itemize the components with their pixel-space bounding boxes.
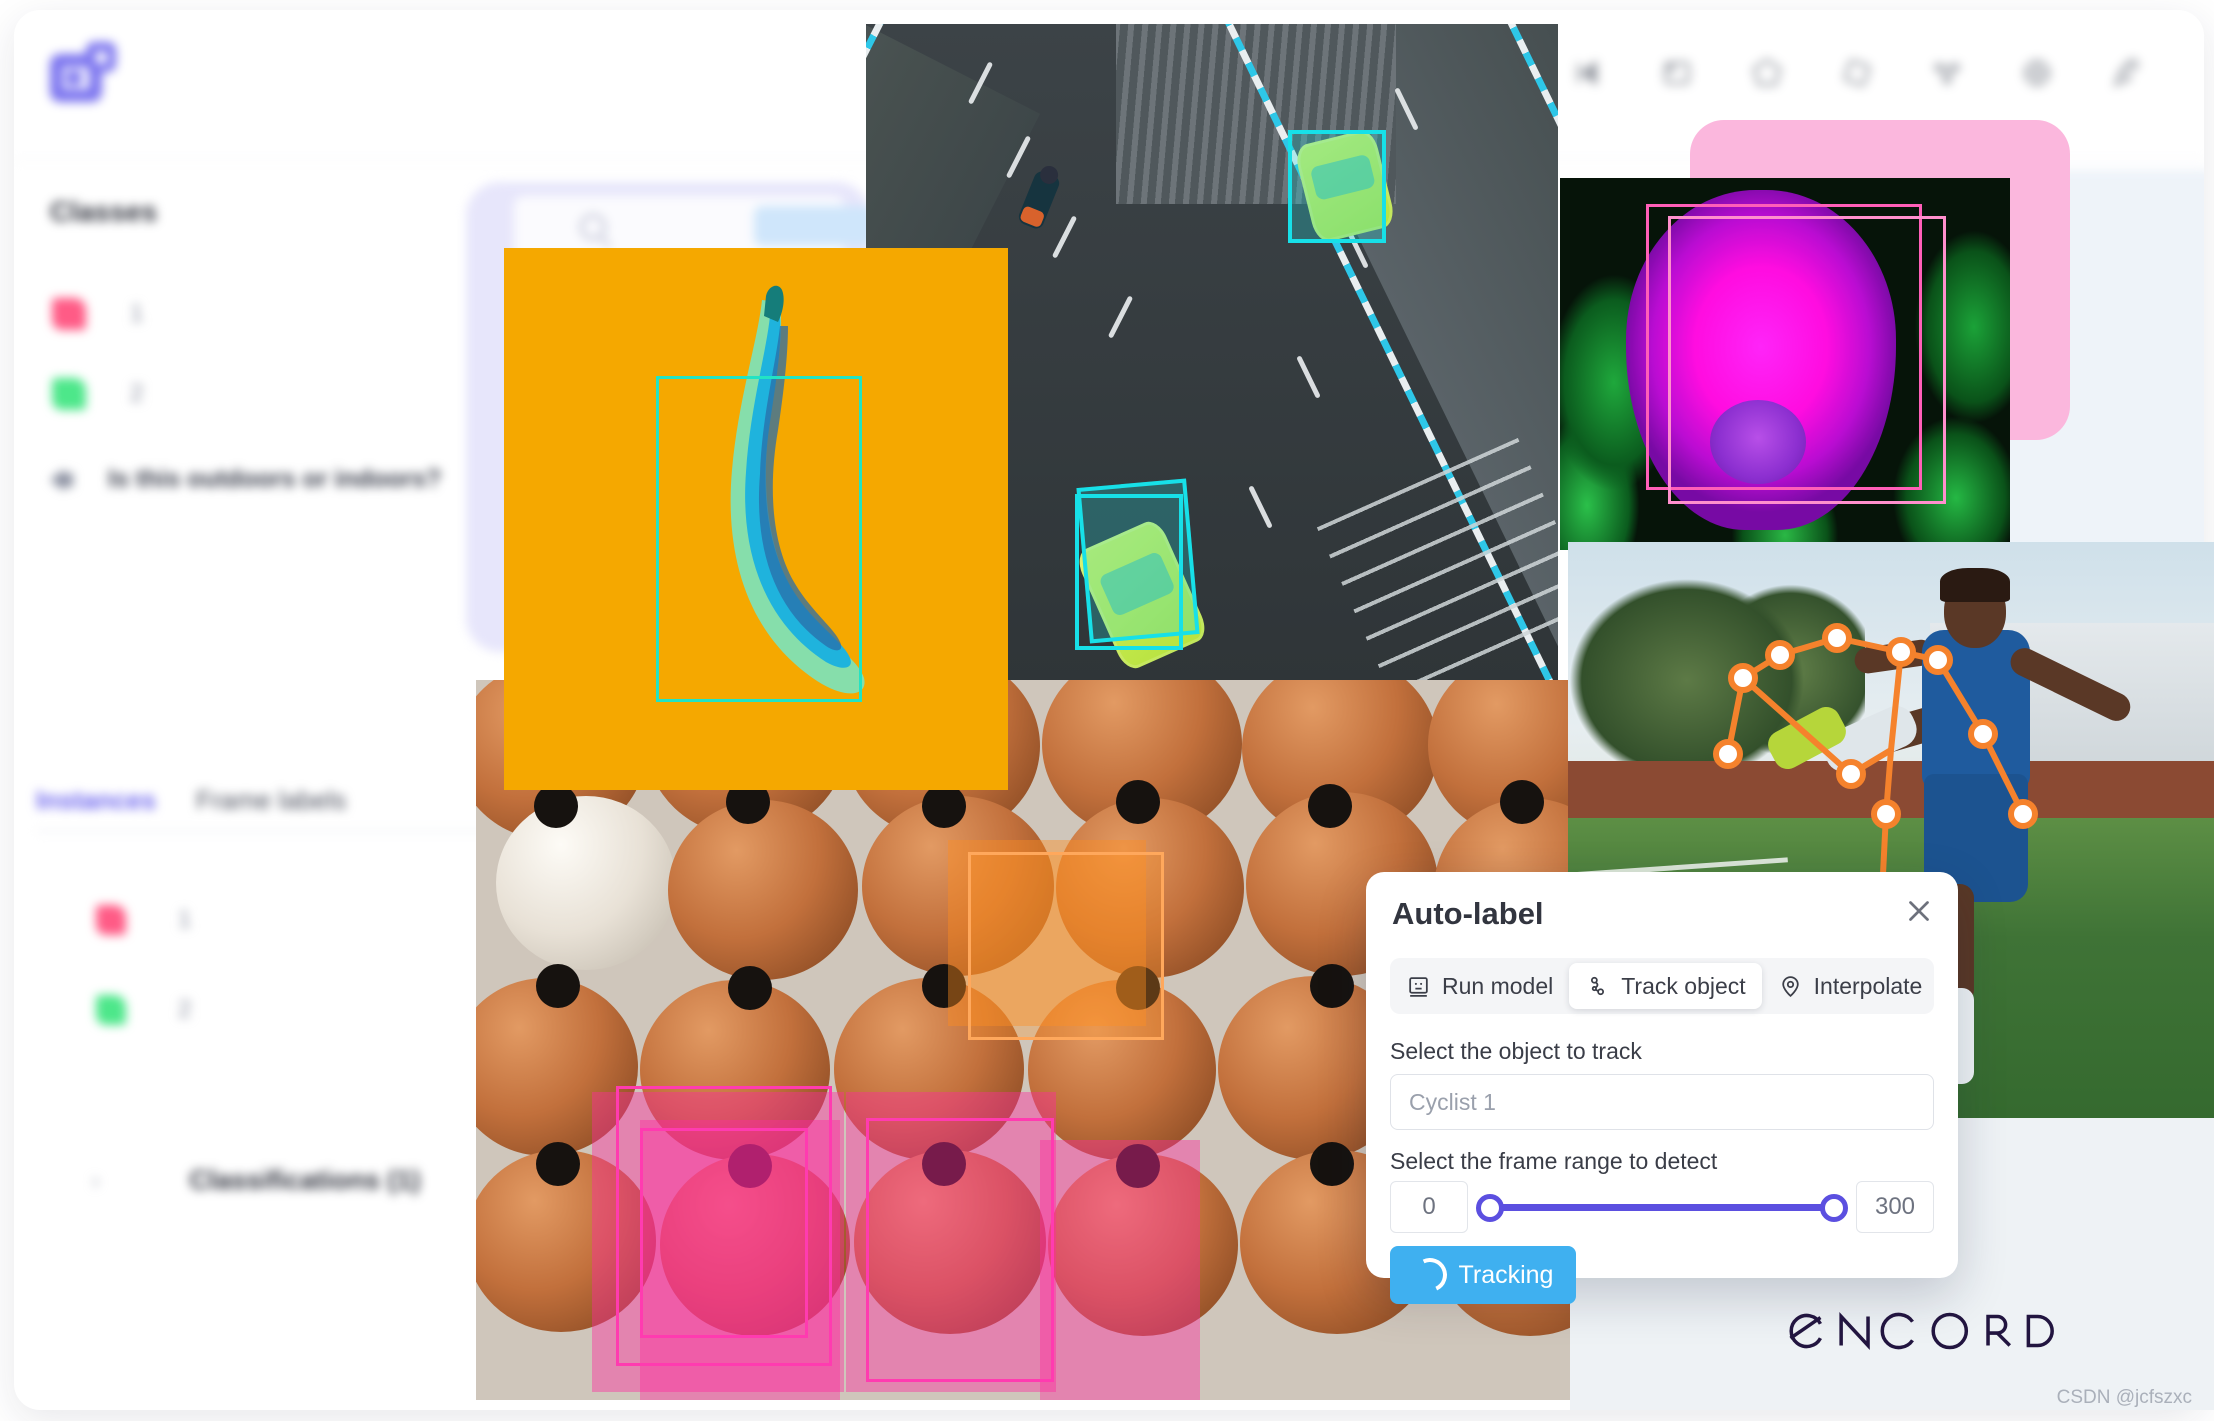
classes-panel-title: Classes [50, 196, 158, 227]
screenshot-stage: Classes 1 2 Is this outdoors or indoors?… [0, 0, 2214, 1421]
instance-color-swatch [96, 905, 126, 935]
encord-wordmark [1777, 1301, 2118, 1361]
track-object-icon [1591, 976, 1605, 995]
tab-instances[interactable]: Instances [36, 785, 156, 816]
spinner-icon [1407, 1253, 1452, 1297]
slider-track [1488, 1204, 1836, 1211]
run-model-icon [1409, 976, 1428, 997]
egg-bounding-box[interactable] [866, 1118, 1054, 1382]
close-icon[interactable] [1902, 894, 1936, 928]
auto-label-panel: Auto-label Run model Track object Interp… [1366, 872, 1958, 1304]
classifications-section[interactable]: › Classifications (1) [92, 1165, 420, 1196]
egg-bounding-box[interactable] [640, 1128, 808, 1338]
keypoint-skeleton-icon[interactable] [1930, 56, 1964, 90]
class-row[interactable]: 2 [52, 378, 143, 410]
tab-track-object[interactable]: Track object [1569, 963, 1762, 1009]
object-select-input[interactable]: Cyclist 1 [1390, 1074, 1934, 1130]
instance-count: 2 [178, 996, 192, 1023]
class-count: 1 [130, 300, 144, 327]
frame-range-control[interactable]: 0 300 [1390, 1180, 1934, 1234]
rotate-bbox-icon[interactable] [1840, 56, 1874, 90]
instance-row[interactable]: 2 [96, 995, 191, 1025]
class-color-swatch [52, 378, 86, 410]
polygon-icon[interactable] [1750, 56, 1784, 90]
bounding-box-icon[interactable] [1660, 56, 1694, 90]
frame-range-slider[interactable] [1474, 1181, 1850, 1233]
classifications-label: Classifications (1) [189, 1165, 421, 1195]
tracking-button[interactable]: Tracking [1390, 1246, 1576, 1304]
encord-app-logo-icon[interactable] [44, 40, 122, 110]
auto-label-tabs[interactable]: Run model Track object Interpolate [1390, 958, 1934, 1014]
encord-logo-icon [1789, 1312, 2054, 1350]
tab-interpolate-label: Interpolate [1813, 972, 1923, 999]
polyline-icon[interactable] [2020, 56, 2054, 90]
classification-question[interactable]: Is this outdoors or indoors? [50, 465, 441, 494]
range-max-input[interactable]: 300 [1856, 1181, 1934, 1233]
filter-pill[interactable] [754, 206, 874, 246]
instance-count: 1 [178, 906, 192, 933]
map-pin-icon [1781, 975, 1799, 997]
tracking-button-label: Tracking [1458, 1260, 1554, 1289]
tab-run-model-label: Run model [1442, 972, 1554, 999]
tab-interpolate[interactable]: Interpolate [1762, 963, 1939, 1009]
car-bounding-box[interactable] [1288, 130, 1386, 243]
range-min-input[interactable]: 0 [1390, 1181, 1468, 1233]
class-color-swatch [52, 298, 86, 330]
frame-range-label: Select the frame range to detect [1390, 1148, 1718, 1174]
tab-track-object-label: Track object [1621, 972, 1746, 999]
auto-label-title: Auto-label [1392, 896, 1544, 931]
car-bounding-box[interactable] [1075, 494, 1183, 650]
slider-handle-max[interactable] [1820, 1194, 1848, 1222]
instance-color-swatch [96, 995, 126, 1025]
egg-segmentation-mask [1040, 1140, 1200, 1400]
banana-bounding-box[interactable] [656, 376, 862, 702]
motorcycle-object [1016, 169, 1062, 231]
annotation-toolbar[interactable] [1570, 56, 2144, 90]
pepper-bounding-box[interactable] [1668, 216, 1946, 504]
collapse-icon [50, 467, 82, 493]
previous-frame-icon[interactable] [1570, 56, 1604, 90]
magic-wand-icon[interactable] [2110, 56, 2144, 90]
tab-run-model[interactable]: Run model [1390, 963, 1569, 1009]
watermark: CSDN @jcfszxc [2056, 1387, 2192, 1408]
slider-handle-min[interactable] [1476, 1194, 1504, 1222]
class-count: 2 [130, 380, 144, 407]
question-text: Is this outdoors or indoors? [108, 465, 442, 493]
object-select-label: Select the object to track [1390, 1038, 1642, 1064]
class-row[interactable]: 1 [52, 298, 143, 330]
instance-row[interactable]: 1 [96, 905, 191, 935]
chevron-right-icon: › [92, 1167, 100, 1193]
banana-annotation-image [504, 248, 1008, 790]
tab-frame-labels[interactable]: Frame labels [196, 785, 346, 816]
egg-bounding-box[interactable] [968, 852, 1164, 1040]
